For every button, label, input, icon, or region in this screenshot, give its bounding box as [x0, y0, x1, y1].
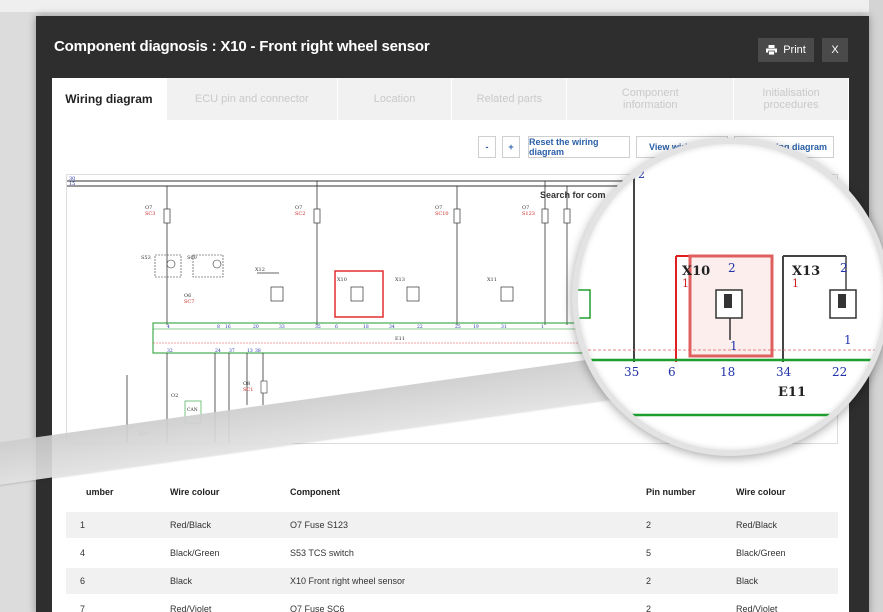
svg-text:X10: X10	[337, 277, 347, 283]
table-row[interactable]: 1 Red/Black O7 Fuse S123 2 Red/Black	[66, 512, 838, 538]
mag-e11-label: E11	[778, 385, 806, 400]
svg-text:34: 34	[389, 324, 395, 330]
mag-top-2: 2	[638, 168, 645, 181]
svg-text:32: 32	[167, 348, 173, 354]
mag-x13-sub: 1	[792, 277, 799, 290]
table-row[interactable]: 6 Black X10 Front right wheel sensor 2 B…	[66, 568, 838, 594]
svg-text:SC1: SC1	[243, 387, 253, 393]
mag-pin-1b: 1	[844, 333, 852, 347]
cell-pin-2: 2	[646, 604, 652, 612]
svg-text:X13: X13	[395, 277, 405, 283]
svg-text:O2: O2	[171, 393, 178, 399]
cell-wire: Black/Green	[170, 548, 220, 558]
svg-text:24: 24	[215, 348, 221, 354]
zoom-out-button[interactable]: -	[478, 136, 496, 158]
svg-text:33: 33	[279, 324, 285, 330]
cell-wire: Red/Violet	[170, 604, 212, 612]
mag-pin-1a: 1	[730, 339, 738, 353]
header-wire-colour-2: Wire colour	[736, 487, 786, 497]
svg-text:22: 22	[417, 324, 423, 330]
svg-text:SC10: SC10	[435, 211, 449, 217]
table-row[interactable]: 7 Red/Violet O7 Fuse SC6 2 Red/Violet	[66, 596, 838, 612]
svg-text:SC3: SC3	[145, 211, 155, 217]
svg-text:X11: X11	[487, 277, 497, 283]
svg-text:13: 13	[247, 348, 253, 354]
printer-icon	[766, 45, 778, 55]
svg-text:E11: E11	[395, 336, 405, 342]
cell-component: O7 Fuse S123	[290, 520, 349, 530]
print-button[interactable]: Print	[758, 38, 814, 62]
svg-text:20: 20	[253, 324, 259, 330]
cell-pin: 4	[80, 548, 86, 558]
header-pin-number: umber	[86, 487, 114, 497]
tab-related-parts[interactable]: Related parts	[452, 78, 568, 120]
tab-bar: Wiring diagram ECU pin and connector Loc…	[52, 78, 849, 120]
svg-text:19: 19	[473, 324, 479, 330]
mag-pin-2a: 2	[728, 261, 736, 275]
magnifier-lens: X10 1 2 1 X13 1 2 1 2 35 6 18 34 22 E11	[572, 138, 883, 456]
header-component: Component	[290, 487, 340, 497]
svg-text:16: 16	[225, 324, 231, 330]
table-row[interactable]: 4 Black/Green S53 TCS switch 5 Black/Gre…	[66, 540, 838, 566]
svg-text:31: 31	[501, 324, 507, 330]
cell-pin-2: 2	[646, 576, 652, 586]
cell-wire: Red/Black	[170, 520, 212, 530]
zoom-in-button[interactable]: +	[502, 136, 520, 158]
svg-text:SC7: SC7	[184, 299, 194, 305]
mag-pin-22: 22	[832, 365, 847, 379]
cell-component: X10 Front right wheel sensor	[290, 576, 406, 586]
cell-pin-2: 2	[646, 520, 652, 530]
tab-location[interactable]: Location	[338, 78, 453, 120]
cell-pin: 1	[80, 520, 86, 530]
svg-text:1: 1	[541, 324, 544, 330]
svg-text:35: 35	[315, 324, 321, 330]
cell-component: S53 TCS switch	[290, 548, 354, 558]
cell-pin: 7	[80, 604, 86, 612]
svg-text:CAN: CAN	[187, 407, 198, 413]
svg-text:38: 38	[255, 348, 261, 354]
cell-component: O7 Fuse SC6	[290, 604, 345, 612]
tab-wiring-diagram[interactable]: Wiring diagram	[52, 78, 167, 120]
mag-x10-sub: 1	[682, 277, 689, 290]
cell-pin: 6	[80, 576, 86, 586]
tab-component-information[interactable]: Component information	[567, 78, 735, 120]
svg-text:37: 37	[229, 348, 235, 354]
svg-text:S123: S123	[522, 211, 535, 217]
cell-wire-2: Red/Violet	[736, 604, 778, 612]
svg-text:18: 18	[363, 324, 369, 330]
svg-text:4: 4	[167, 324, 170, 330]
svg-text:25: 25	[455, 324, 461, 330]
svg-text:8: 8	[217, 324, 220, 330]
modal-title: Component diagnosis : X10 - Front right …	[54, 38, 430, 55]
mag-pin-34: 34	[776, 365, 792, 379]
cell-wire-2: Black	[736, 576, 759, 586]
cell-pin-2: 5	[646, 548, 652, 558]
svg-text:SC2: SC2	[295, 211, 305, 217]
svg-text:S53: S53	[141, 255, 151, 261]
svg-text:S60: S60	[187, 255, 197, 261]
table-header: umber Wire colour Component Pin number W…	[66, 478, 838, 506]
print-button-label: Print	[783, 44, 806, 56]
modal-header: Component diagnosis : X10 - Front right …	[36, 16, 869, 76]
cell-wire-2: Red/Black	[736, 520, 778, 530]
header-pin-number-2: Pin number	[646, 487, 696, 497]
background-strip	[0, 0, 883, 12]
mag-pin-35: 35	[624, 365, 639, 379]
tab-ecu-pin-connector[interactable]: ECU pin and connector	[167, 78, 338, 120]
svg-text:6: 6	[335, 324, 338, 330]
close-button[interactable]: X	[822, 38, 848, 62]
cell-wire: Black	[170, 576, 193, 586]
tab-initialisation-procedures[interactable]: Initialisation procedures	[734, 78, 849, 120]
mag-pin-18: 18	[720, 365, 735, 379]
bus-15-label: 15	[69, 181, 75, 187]
svg-text:X12: X12	[255, 267, 265, 273]
mag-pin-6: 6	[668, 365, 676, 379]
mag-pin-2b: 2	[840, 261, 848, 275]
cell-wire-2: Black/Green	[736, 548, 786, 558]
header-wire-colour: Wire colour	[170, 487, 220, 497]
